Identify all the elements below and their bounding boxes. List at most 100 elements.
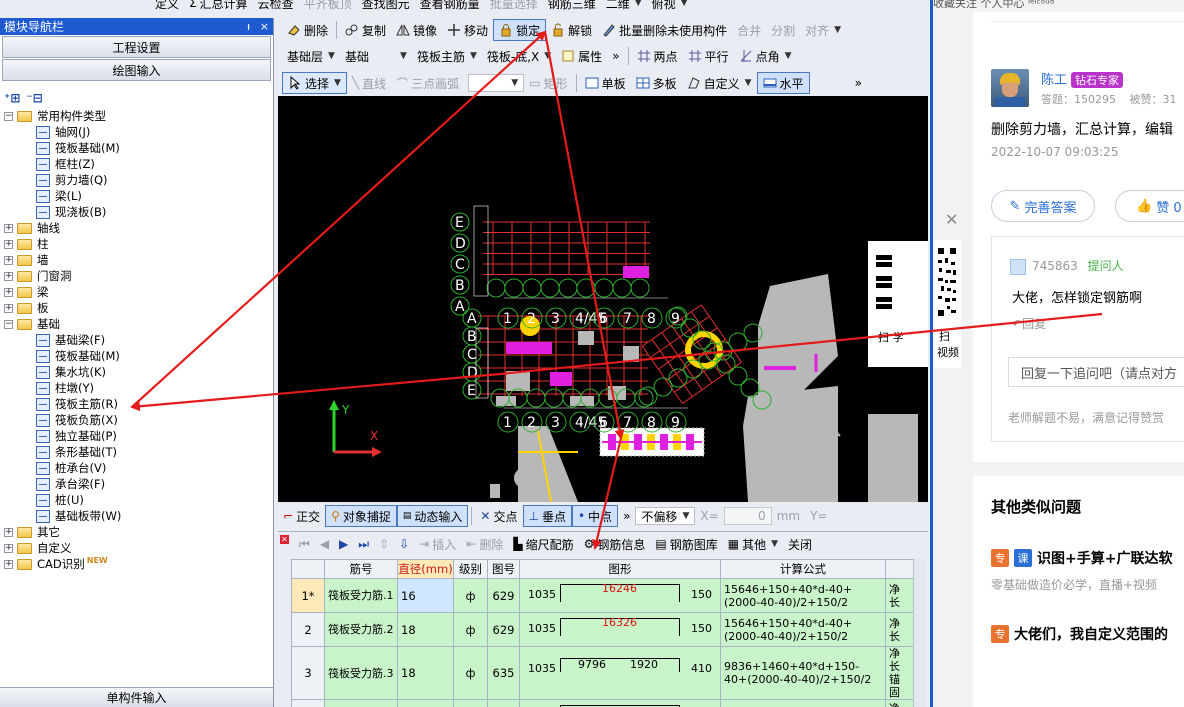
tree-folder[interactable]: + 轴线 (4, 220, 273, 236)
x-coord-input[interactable]: 0 (723, 507, 772, 525)
table-row[interactable]: 2 筏板受力筋.2 18 ф 629 1035 16326 150 15646+150+40*d… (291, 612, 914, 647)
header-diameter[interactable]: 直径(mm) (397, 559, 454, 579)
tree-folder[interactable]: + 墙 (4, 252, 273, 268)
dynamic-input-button[interactable]: ▤ 动态输入 (396, 505, 469, 527)
tree-item[interactable]: 桩(U) (4, 492, 273, 508)
overflow-chevron[interactable]: » (850, 72, 867, 94)
type-select[interactable]: 筏板主筋 ▼ (412, 45, 482, 67)
single-board-button[interactable]: 单板 (580, 72, 631, 94)
merge-button[interactable]: 合并 (732, 19, 766, 41)
horizontal-button[interactable]: 水平 (756, 72, 810, 94)
figure-no-cell[interactable]: 629 (487, 699, 520, 707)
menu-rebar-3d[interactable]: 钢筋三维 (543, 0, 601, 12)
tree-item[interactable]: 轴网(J) (4, 124, 273, 140)
tree-folder[interactable]: + 自定义 (4, 540, 273, 556)
bar-name-cell[interactable]: 筏板受力筋.2 (324, 612, 398, 647)
tree-folder[interactable]: + CAD识别 NEW (4, 556, 273, 572)
tree-item[interactable]: 筏板基础(M) (4, 348, 273, 364)
formula-cell[interactable]: 9836+1460+40*d+150-40+(2000-40-40)/2+150… (720, 646, 886, 700)
expand-icon[interactable]: + (4, 543, 13, 553)
shape-cell[interactable]: 1035 16326 150 (519, 612, 721, 647)
tree-folder[interactable]: − 基础 (4, 316, 273, 332)
formula-cell[interactable]: 15646+150+40*d-40+(2000-40-40)/2+150/2 (720, 612, 886, 647)
tab-project-settings[interactable]: 工程设置 (2, 36, 271, 58)
tree-folder[interactable]: + 梁 (4, 284, 273, 300)
tree-item[interactable]: 框柱(Z) (4, 156, 273, 172)
tree-item[interactable]: 筏板主筋(R) (4, 396, 273, 412)
scale-rebar-button[interactable]: ▙ 缩尺配筋 (508, 533, 578, 555)
bar-name-cell[interactable]: 筏板受力筋.1 (324, 578, 398, 613)
first-record-button[interactable]: ⏮ (294, 533, 315, 555)
close-icon[interactable]: × (260, 20, 269, 33)
diameter-cell[interactable]: 18 (397, 646, 454, 700)
reply-link[interactable]: ↶回复 (1012, 315, 1046, 332)
similar-item-2[interactable]: 专 大佬们，我自定义范围的 (991, 624, 1184, 644)
formula-cell[interactable]: 15646+150+40*d-40+(2000-40-40)/2+150/2 (720, 578, 886, 613)
collapse-all-icon[interactable]: ⁻⊟ (26, 91, 42, 105)
close-panel-button[interactable]: 关闭 (783, 533, 817, 555)
prev-record-button[interactable]: ◀ (315, 533, 334, 555)
mirror-button[interactable]: 镜像 (391, 19, 442, 41)
offset-select[interactable]: 不偏移 ▼ (635, 507, 696, 525)
delete-button[interactable]: 删除 (282, 19, 333, 41)
row-number-cell[interactable]: 4 (291, 699, 325, 707)
web-top-links[interactable]: 收藏关注 个人中心 ᴵᵉᴵᶜᵒᵘᵈ (933, 0, 1184, 8)
layer-select[interactable]: 基础层 ▼ (282, 45, 340, 67)
row-number-cell[interactable]: 1* (291, 578, 325, 613)
ortho-button[interactable]: ⌐ 正交 (278, 505, 325, 527)
tree-item[interactable]: 独立基础(P) (4, 428, 273, 444)
menu-find-element[interactable]: 查找图元 (357, 0, 415, 12)
diameter-cell[interactable]: 18 (397, 612, 454, 647)
figure-no-cell[interactable]: 629 (487, 578, 520, 613)
expand-icon[interactable]: + (4, 239, 13, 249)
header-grade[interactable]: 级别 (453, 559, 488, 579)
intersection-snap[interactable]: ✕ 交点 (475, 505, 522, 527)
tree-item[interactable]: 条形基础(T) (4, 444, 273, 460)
header-figure-no[interactable]: 图号 (487, 559, 520, 579)
menu-top-view[interactable]: 俯视 ▼ (647, 0, 693, 12)
move-button[interactable]: 移动 (442, 19, 493, 41)
expand-icon[interactable]: + (4, 271, 13, 281)
expand-icon[interactable]: + (4, 559, 13, 569)
three-point-arc-button[interactable]: ⌒ 三点画弧 (391, 72, 464, 94)
expand-all-icon[interactable]: ⁺⊞ (4, 91, 20, 105)
table-scrollbar[interactable] (913, 559, 925, 707)
header-shape[interactable]: 图形 (519, 559, 721, 579)
close-icon[interactable]: ✕ (945, 210, 958, 229)
menu-cloud-check[interactable]: 云检查 (253, 0, 299, 12)
overflow-chevron[interactable]: » (618, 505, 635, 527)
tree-item[interactable]: 剪力墙(Q) (4, 172, 273, 188)
tree-item[interactable]: 柱墩(Y) (4, 380, 273, 396)
bar-name-cell[interactable]: 筏板受力筋.3 (324, 646, 398, 700)
answerer-name[interactable]: 陈工 (1041, 73, 1067, 88)
rect-button[interactable]: ▭ 矩形 (524, 72, 572, 94)
rebar-library-button[interactable]: ▤ 钢筋图库 (650, 533, 722, 555)
unlock-button[interactable]: 解锁 (546, 19, 597, 41)
header-bar-number[interactable]: 筋号 (324, 559, 398, 579)
grade-cell[interactable]: ф (453, 699, 488, 707)
tree-folder[interactable]: + 其它 (4, 524, 273, 540)
grade-cell[interactable]: ф (453, 646, 488, 700)
tree-item[interactable]: 承台梁(F) (4, 476, 273, 492)
property-button[interactable]: 属性 (556, 45, 607, 67)
row-number-cell[interactable]: 3 (291, 646, 325, 700)
multi-board-button[interactable]: 多板 (631, 72, 682, 94)
table-row[interactable]: 1* 筏板受力筋.1 16 ф 629 1035 16246 150 15646+150+40*… (291, 578, 914, 613)
tree-folder[interactable]: + 板 (4, 300, 273, 316)
grade-cell[interactable]: ф (453, 578, 488, 613)
avatar[interactable] (991, 69, 1029, 107)
diameter-cell[interactable]: 16 (397, 578, 454, 613)
row-number-cell[interactable]: 2 (291, 612, 325, 647)
perpendicular-snap[interactable]: ⊥ 垂点 (522, 505, 572, 527)
table-row[interactable]: 3 筏板受力筋.3 18 ф 635 1920 1035 9796 410 9836+1460+4… (291, 646, 914, 700)
angle-point-button[interactable]: 点角 ▼ (734, 45, 797, 67)
bar-name-cell[interactable]: 筏板受力筋. (324, 699, 398, 707)
tree-item[interactable]: 梁(L) (4, 188, 273, 204)
menu-define[interactable]: 定义 (150, 0, 184, 12)
menu-2d[interactable]: 二维 ▼ (601, 0, 647, 12)
tree-item[interactable]: 基础梁(F) (4, 332, 273, 348)
diameter-cell[interactable]: 18 (397, 699, 454, 707)
split-button[interactable]: 分割 (766, 19, 800, 41)
align-button[interactable]: 对齐 ▼ (800, 19, 846, 41)
other-menu-button[interactable]: ▦ 其他 ▼ (723, 533, 783, 555)
